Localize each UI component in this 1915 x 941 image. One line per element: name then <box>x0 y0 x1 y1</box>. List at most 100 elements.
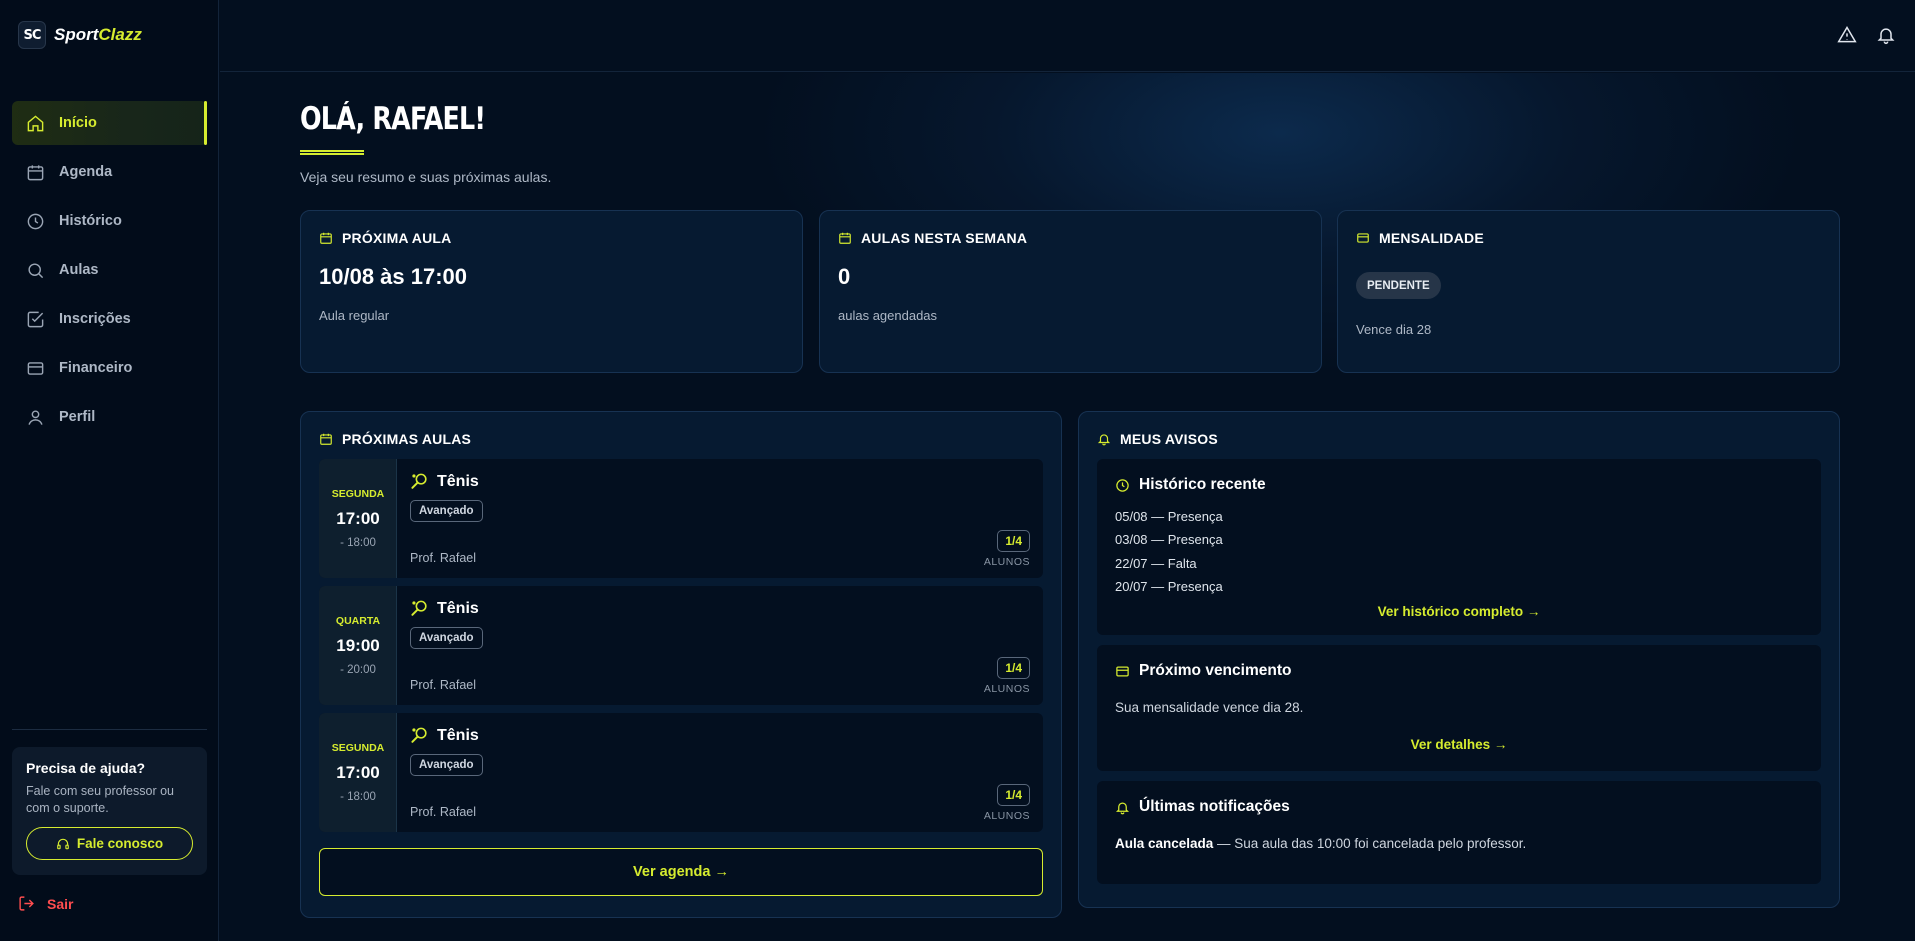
search-icon <box>28 262 44 278</box>
main-content: OLÁ, RAFAEL! Veja seu resumo e suas próx… <box>220 73 1915 941</box>
sidebar: SC SportClazz Início Agenda Histórico Au… <box>0 0 219 941</box>
bell-icon <box>1097 434 1111 446</box>
contact-button-label: Fale conosco <box>76 836 164 851</box>
sidebar-item-label: Perfil <box>59 409 96 425</box>
sidebar-item-inscricoes[interactable]: Inscrições <box>12 297 207 341</box>
class-item[interactable]: QUARTA 19:00 - 20:00 Tênis Avançado Prof… <box>319 586 1043 705</box>
card-title: MENSALIDADE <box>1356 230 1484 246</box>
notices-card: MEUS AVISOS Histórico recente 05/08 — Pr… <box>1078 411 1840 908</box>
class-teacher: Prof. Rafael <box>410 551 477 565</box>
sidebar-item-label: Aulas <box>59 262 99 278</box>
home-icon <box>27 114 44 131</box>
logo-mark: SC <box>18 21 46 49</box>
topbar <box>220 0 1915 72</box>
week-classes-value: 0 <box>838 264 851 289</box>
card-title: AULAS NESTA SEMANA <box>838 230 1027 246</box>
logout-icon <box>19 896 34 911</box>
class-start-time: 19:00 <box>336 636 380 655</box>
history-entry: 03/08 — Presença <box>1115 532 1223 547</box>
class-name: Tênis <box>410 599 479 618</box>
user-icon <box>28 409 43 425</box>
alert-triangle-icon <box>1837 26 1857 43</box>
fee-due-text: Vence dia 28 <box>1356 322 1432 337</box>
class-day-block: QUARTA 19:00 - 20:00 <box>319 586 397 705</box>
credit-card-icon <box>27 361 44 375</box>
notification-text: Aula cancelada — Sua aula das 10:00 foi … <box>1115 836 1527 851</box>
view-agenda-button[interactable]: Ver agenda → <box>319 848 1043 896</box>
week-classes-sub: aulas agendadas <box>838 308 938 323</box>
page-subtitle: Veja seu resumo e suas próximas aulas. <box>300 169 552 185</box>
week-classes-card: AULAS NESTA SEMANA 0 aulas agendadas <box>819 210 1322 373</box>
clock-icon <box>1116 478 1129 492</box>
class-start-time: 17:00 <box>336 763 380 782</box>
sidebar-item-perfil[interactable]: Perfil <box>12 395 207 439</box>
class-start-time: 17:00 <box>336 509 380 528</box>
check-square-icon <box>27 311 44 327</box>
alert-button[interactable] <box>1837 25 1857 45</box>
bell-icon <box>1115 802 1130 814</box>
logout-button[interactable]: Sair <box>18 895 73 912</box>
upcoming-classes-card: PRÓXIMAS AULAS SEGUNDA 17:00 - 18:00 Tên… <box>300 411 1062 918</box>
sidebar-item-aulas[interactable]: Aulas <box>12 248 207 292</box>
full-history-link[interactable]: Ver histórico completo → <box>1097 604 1821 619</box>
students-label: ALUNOS <box>983 683 1030 695</box>
logout-label: Sair <box>47 895 74 912</box>
sidebar-divider <box>12 729 207 730</box>
students-count: 1/4 <box>997 657 1030 679</box>
class-day: SEGUNDA <box>331 742 385 754</box>
class-item[interactable]: SEGUNDA 17:00 - 18:00 Tênis Avançado Pro… <box>319 459 1043 578</box>
sidebar-item-historico[interactable]: Histórico <box>12 199 207 243</box>
next-class-sub: Aula regular <box>319 308 390 323</box>
sidebar-item-label: Inscrições <box>59 311 131 327</box>
status-badge: PENDENTE <box>1356 272 1441 299</box>
class-end-time: - 20:00 <box>340 664 376 676</box>
card-title: PRÓXIMA AULA <box>319 230 451 246</box>
students-label: ALUNOS <box>983 556 1030 568</box>
next-due-notice: Próximo vencimento Sua mensalidade vence… <box>1097 645 1821 771</box>
level-badge: Avançado <box>410 754 483 776</box>
recent-history-notice: Histórico recente 05/08 — Presença 03/08… <box>1097 459 1821 635</box>
level-badge: Avançado <box>410 627 483 649</box>
help-box: Precisa de ajuda? Fale com seu professor… <box>12 747 207 875</box>
class-teacher: Prof. Rafael <box>410 678 477 692</box>
sidebar-item-label: Início <box>59 115 97 131</box>
next-class-value: 10/08 às 17:00 <box>319 264 468 289</box>
due-details-link[interactable]: Ver detalhes → <box>1097 737 1821 752</box>
class-name: Tênis <box>410 472 479 491</box>
calendar-icon <box>320 433 332 445</box>
notifications-button[interactable] <box>1876 25 1896 45</box>
credit-card-icon <box>1116 666 1129 676</box>
level-badge: Avançado <box>410 500 483 522</box>
class-name: Tênis <box>410 726 479 745</box>
logo[interactable]: SC SportClazz <box>18 20 142 50</box>
class-day-block: SEGUNDA 17:00 - 18:00 <box>319 459 397 578</box>
class-day-block: SEGUNDA 17:00 - 18:00 <box>319 713 397 832</box>
tennis-racket-icon <box>411 473 427 489</box>
fee-card: MENSALIDADE PENDENTE Vence dia 28 <box>1337 210 1840 373</box>
history-entry: 20/07 — Presença <box>1115 579 1223 594</box>
contact-button[interactable]: Fale conosco <box>26 827 193 860</box>
sidebar-item-financeiro[interactable]: Financeiro <box>12 346 207 390</box>
calendar-icon <box>320 232 332 244</box>
sidebar-item-agenda[interactable]: Agenda <box>12 150 207 194</box>
card-title: MEUS AVISOS <box>1097 431 1218 447</box>
notice-title: Próximo vencimento <box>1115 662 1291 680</box>
credit-card-icon <box>1357 233 1369 243</box>
sidebar-item-inicio[interactable]: Início <box>12 101 207 145</box>
class-end-time: - 18:00 <box>340 791 376 803</box>
bell-icon <box>1877 28 1895 45</box>
sidebar-item-label: Histórico <box>59 213 122 229</box>
calendar-icon <box>27 164 44 180</box>
clock-icon <box>27 213 44 229</box>
class-day: QUARTA <box>335 615 381 627</box>
logo-text: SportClazz <box>54 25 142 44</box>
sidebar-item-label: Financeiro <box>59 360 133 376</box>
notifications-notice: Últimas notificações Aula cancelada — Su… <box>1097 781 1821 884</box>
class-end-time: - 18:00 <box>340 537 376 549</box>
class-item[interactable]: SEGUNDA 17:00 - 18:00 Tênis Avançado Pro… <box>319 713 1043 832</box>
card-title: PRÓXIMAS AULAS <box>319 431 471 447</box>
help-title: Precisa de ajuda? <box>26 760 146 776</box>
class-teacher: Prof. Rafael <box>410 805 477 819</box>
tennis-racket-icon <box>411 727 427 743</box>
page-title: OLÁ, RAFAEL! <box>300 101 486 137</box>
